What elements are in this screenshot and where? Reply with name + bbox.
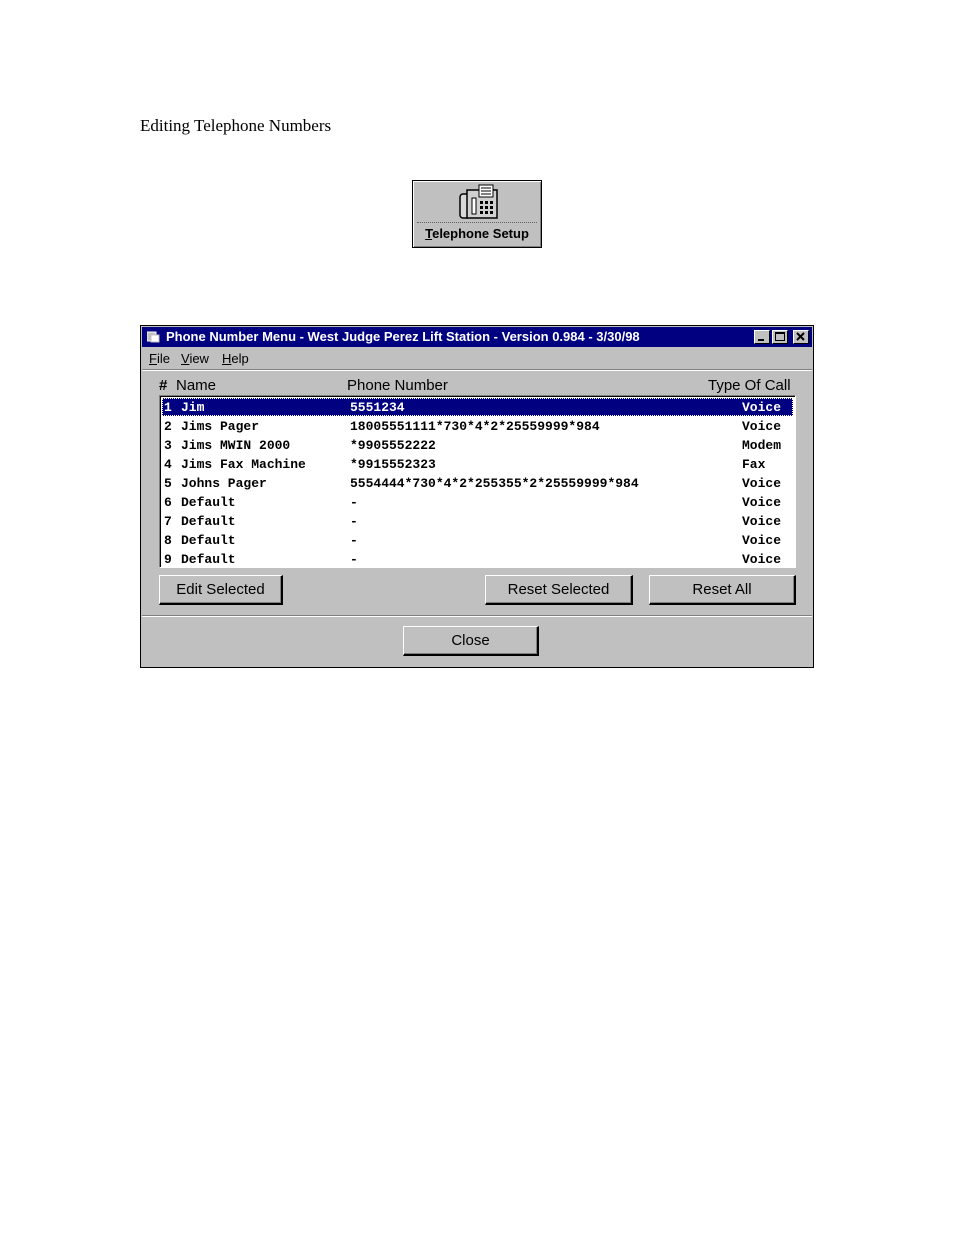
column-header-number: # bbox=[159, 377, 168, 394]
column-header-phone: Phone Number bbox=[347, 377, 448, 394]
row-phone: *9915552323 bbox=[350, 457, 436, 472]
maximize-icon bbox=[775, 332, 785, 341]
row-name: Default bbox=[181, 552, 236, 567]
row-type: Voice bbox=[742, 495, 782, 510]
row-number: 2 bbox=[164, 419, 172, 434]
list-item[interactable]: 7 Default - Voice bbox=[162, 512, 793, 530]
close-window-button[interactable] bbox=[793, 330, 809, 344]
phone-number-menu-window: Phone Number Menu - West Judge Perez Lif… bbox=[140, 325, 814, 668]
telephone-setup-button[interactable]: Telephone Setup bbox=[412, 180, 542, 248]
reset-all-button[interactable]: Reset All bbox=[649, 575, 796, 605]
row-name: Default bbox=[181, 495, 236, 510]
list-item[interactable]: 2 Jims Pager 18005551111*730*4*2*2555999… bbox=[162, 417, 793, 435]
minimize-icon bbox=[758, 339, 764, 341]
menu-separator bbox=[142, 369, 812, 371]
button-separator bbox=[417, 222, 537, 223]
menu-file[interactable]: File bbox=[149, 351, 170, 366]
row-type: Fax bbox=[742, 457, 766, 472]
row-phone: 5554444*730*4*2*255355*2*25559999*984 bbox=[350, 476, 639, 491]
row-type: Voice bbox=[742, 419, 782, 434]
row-name: Default bbox=[181, 533, 236, 548]
window-title: Phone Number Menu - West Judge Perez Lif… bbox=[166, 329, 640, 344]
document-heading: Editing Telephone Numbers bbox=[140, 116, 332, 135]
row-number: 7 bbox=[164, 514, 172, 529]
row-phone: - bbox=[350, 533, 358, 548]
list-item[interactable]: 6 Default - Voice bbox=[162, 493, 793, 511]
maximize-button[interactable] bbox=[772, 330, 788, 344]
menu-help[interactable]: Help bbox=[222, 351, 249, 366]
close-icon bbox=[796, 332, 805, 341]
close-button[interactable]: Close bbox=[403, 626, 539, 656]
row-number: 1 bbox=[164, 400, 172, 415]
row-phone: 18005551111*730*4*2*25559999*984 bbox=[350, 419, 600, 434]
row-number: 6 bbox=[164, 495, 172, 510]
list-item[interactable]: 5 Johns Pager 5554444*730*4*2*255355*2*2… bbox=[162, 474, 793, 492]
minimize-button[interactable] bbox=[754, 330, 770, 344]
list-item[interactable]: 4 Jims Fax Machine *9915552323 Fax bbox=[162, 455, 793, 473]
footer-separator bbox=[142, 615, 812, 617]
row-phone: - bbox=[350, 514, 358, 529]
title-bar[interactable]: Phone Number Menu - West Judge Perez Lif… bbox=[142, 327, 812, 347]
list-item[interactable]: 3 Jims MWIN 2000 *9905552222 Modem bbox=[162, 436, 793, 454]
menu-bar: File View Help bbox=[142, 348, 812, 368]
row-number: 8 bbox=[164, 533, 172, 548]
reset-selected-button[interactable]: Reset Selected bbox=[485, 575, 633, 605]
edit-selected-button[interactable]: Edit Selected bbox=[159, 575, 283, 605]
row-number: 9 bbox=[164, 552, 172, 567]
phone-number-list[interactable]: 1 Jim 5551234 Voice 2 Jims Pager 1800555… bbox=[159, 395, 796, 568]
column-header-name: Name bbox=[176, 377, 217, 394]
row-name: Jims Pager bbox=[181, 419, 260, 434]
row-type: Voice bbox=[742, 476, 782, 491]
telephone-fax-icon bbox=[459, 184, 498, 219]
row-name: Jim bbox=[181, 400, 205, 415]
row-name: Jims Fax Machine bbox=[181, 457, 306, 472]
row-type: Voice bbox=[742, 533, 782, 548]
row-number: 3 bbox=[164, 438, 172, 453]
row-type: Voice bbox=[742, 400, 782, 415]
row-phone: - bbox=[350, 552, 358, 567]
row-phone: *9905552222 bbox=[350, 438, 436, 453]
row-name: Jims MWIN 2000 bbox=[181, 438, 291, 453]
list-item[interactable]: 9 Default - Voice bbox=[162, 550, 793, 568]
list-item[interactable]: 8 Default - Voice bbox=[162, 531, 793, 549]
row-phone: 5551234 bbox=[350, 400, 405, 415]
telephone-setup-label: Telephone Setup bbox=[425, 226, 529, 241]
list-item[interactable]: 1 Jim 5551234 Voice bbox=[162, 398, 793, 416]
column-header-type: Type Of Call bbox=[708, 377, 791, 394]
row-number: 5 bbox=[164, 476, 172, 491]
app-icon bbox=[147, 331, 160, 343]
row-name: Default bbox=[181, 514, 236, 529]
row-phone: - bbox=[350, 495, 358, 510]
row-name: Johns Pager bbox=[181, 476, 267, 491]
menu-view[interactable]: View bbox=[181, 351, 209, 366]
row-number: 4 bbox=[164, 457, 172, 472]
row-type: Voice bbox=[742, 514, 782, 529]
row-type: Modem bbox=[742, 438, 782, 453]
row-type: Voice bbox=[742, 552, 782, 567]
